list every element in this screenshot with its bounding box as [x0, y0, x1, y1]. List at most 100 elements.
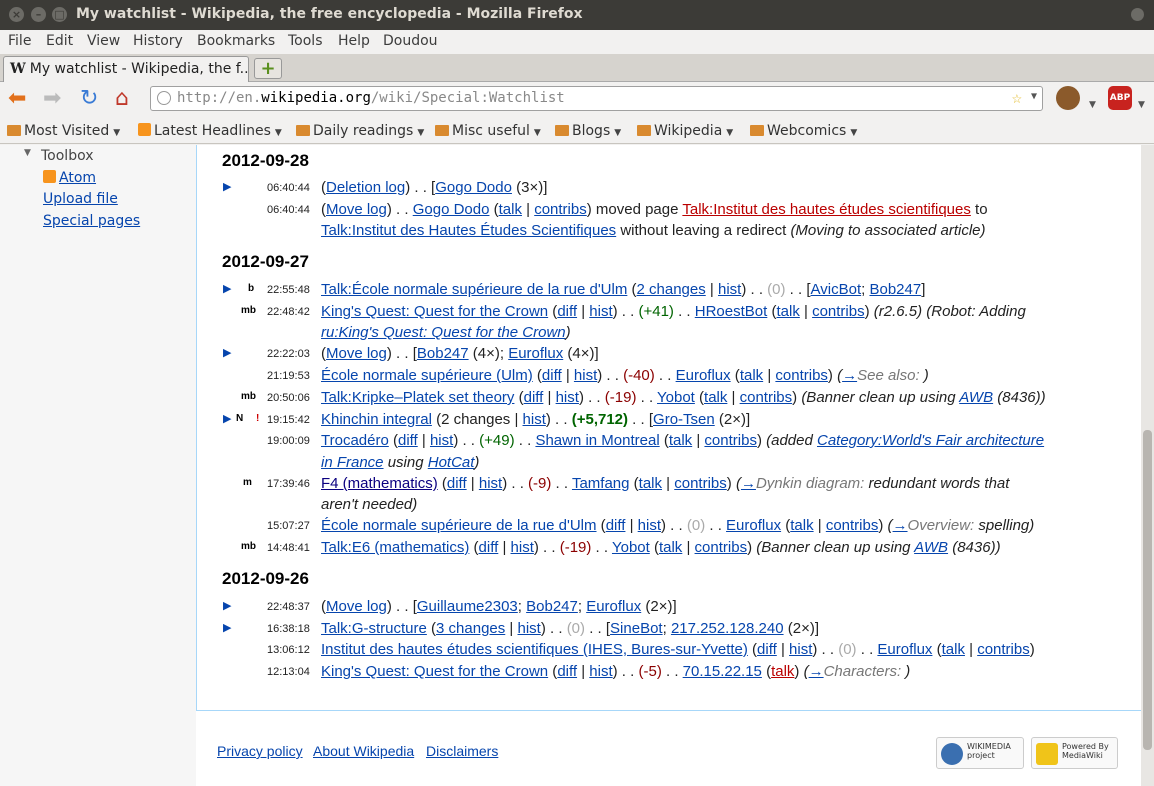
changes-link[interactable]: 3 changes — [436, 620, 505, 637]
home-icon[interactable]: ⌂ — [115, 87, 129, 111]
log-link[interactable]: Deletion log — [326, 179, 405, 196]
hotcat-link[interactable]: HotCat — [428, 454, 475, 471]
diff-link[interactable]: diff — [524, 389, 544, 406]
contribs-link[interactable]: contribs — [674, 475, 727, 492]
user-link[interactable]: Bob247 — [417, 345, 469, 362]
minimize-window-icon[interactable]: – — [31, 7, 46, 22]
url-bar[interactable]: http://en.wikipedia.org/wiki/Special:Wat… — [150, 86, 1043, 111]
talk-link[interactable]: talk — [776, 303, 799, 320]
close-window-icon[interactable]: × — [9, 7, 24, 22]
bookmark-wikipedia[interactable]: Wikipedia ▼ — [637, 123, 733, 139]
user-link[interactable]: Shawn in Montreal — [535, 432, 659, 449]
page-link[interactable]: Talk:G-structure — [321, 620, 427, 637]
diff-link[interactable]: diff — [542, 367, 562, 384]
wikimedia-badge[interactable]: WIKIMEDIA project — [936, 737, 1024, 769]
adblock-plus-icon[interactable]: ABP — [1108, 86, 1132, 110]
menu-view[interactable]: View — [87, 33, 120, 49]
bookmark-misc-useful[interactable]: Misc useful ▼ — [435, 123, 541, 139]
greasemonkey-icon[interactable] — [1056, 86, 1080, 110]
user-link[interactable]: Gro-Tsen — [653, 411, 715, 428]
contribs-link[interactable]: contribs — [695, 539, 748, 556]
hist-link[interactable]: hist — [638, 517, 661, 534]
privacy-policy-link[interactable]: Privacy policy — [217, 743, 303, 759]
category-link[interactable]: in France — [321, 454, 384, 471]
user-link[interactable]: Guillaume2303 — [417, 598, 518, 615]
contribs-link[interactable]: contribs — [826, 517, 879, 534]
page-link[interactable]: Talk:E6 (mathematics) — [321, 539, 469, 556]
page-link[interactable]: Talk:Kripke–Platek set theory — [321, 389, 514, 406]
hist-link[interactable]: hist — [589, 303, 612, 320]
diff-link[interactable]: diff — [398, 432, 418, 449]
page-link[interactable]: F4 (mathematics) — [321, 475, 438, 492]
contribs-link[interactable]: contribs — [977, 641, 1030, 658]
expand-arrow-icon[interactable]: ▶ — [223, 599, 231, 612]
expand-arrow-icon[interactable]: ▶ — [223, 346, 231, 359]
hist-link[interactable]: hist — [511, 539, 534, 556]
user-link[interactable]: Euroflux — [508, 345, 563, 362]
awb-link[interactable]: AWB — [914, 539, 948, 556]
page-link[interactable]: École normale supérieure de la rue d'Ulm — [321, 517, 597, 534]
user-link[interactable]: Bob247 — [526, 598, 578, 615]
user-link[interactable]: Euroflux — [676, 367, 731, 384]
awb-link[interactable]: AWB — [959, 389, 993, 406]
reload-icon[interactable]: ↻ — [80, 87, 98, 111]
user-link[interactable]: Gogo Dodo — [435, 179, 512, 196]
page-scrollbar[interactable] — [1141, 145, 1154, 786]
hist-link[interactable]: hist — [718, 281, 741, 298]
bookmark-latest-headlines[interactable]: Latest Headlines ▼ — [138, 123, 282, 139]
bookmark-blogs[interactable]: Blogs ▼ — [555, 123, 621, 139]
user-link[interactable]: Yobot — [612, 539, 650, 556]
talk-link[interactable]: talk — [639, 475, 662, 492]
page-link[interactable]: King's Quest: Quest for the Crown — [321, 663, 548, 680]
scrollbar-thumb[interactable] — [1143, 430, 1152, 750]
talk-link[interactable]: talk — [659, 539, 682, 556]
menu-history[interactable]: History — [133, 33, 183, 49]
menu-file[interactable]: File — [8, 33, 31, 49]
user-link[interactable]: 70.15.22.15 — [683, 663, 762, 680]
disclaimers-link[interactable]: Disclaimers — [426, 743, 498, 759]
diff-link[interactable]: diff — [447, 475, 467, 492]
page-link[interactable]: Talk:École normale supérieure de la rue … — [321, 281, 627, 298]
mediawiki-badge[interactable]: Powered By MediaWiki — [1031, 737, 1118, 769]
user-link[interactable]: SineBot — [610, 620, 663, 637]
talk-link[interactable]: talk — [669, 432, 692, 449]
section-link[interactable]: → — [842, 367, 857, 384]
menu-doudou[interactable]: Doudou — [383, 33, 438, 49]
diff-link[interactable]: diff — [479, 539, 499, 556]
log-link[interactable]: Move log — [326, 345, 387, 362]
expand-arrow-icon[interactable]: ▶ — [223, 180, 231, 193]
toolbox-heading[interactable]: Toolbox — [41, 148, 94, 164]
atom-label[interactable]: Atom — [59, 170, 96, 186]
page-link[interactable]: Trocadéro — [321, 432, 389, 449]
talk-link[interactable]: talk — [771, 663, 794, 680]
user-link[interactable]: HRoestBot — [695, 303, 768, 320]
user-link[interactable]: Euroflux — [877, 641, 932, 658]
window-menu-icon[interactable] — [1131, 8, 1144, 21]
new-tab-button[interactable]: + — [254, 58, 282, 79]
menu-help[interactable]: Help — [338, 33, 370, 49]
bookmark-daily-readings[interactable]: Daily readings ▼ — [296, 123, 424, 139]
user-link[interactable]: Tamfang — [572, 475, 630, 492]
page-link[interactable]: École normale supérieure (Ulm) — [321, 367, 533, 384]
log-link[interactable]: Move log — [326, 201, 387, 218]
contribs-link[interactable]: contribs — [534, 201, 587, 218]
hist-link[interactable]: hist — [518, 620, 541, 637]
page-link[interactable]: Talk:Institut des Hautes Études Scientif… — [321, 222, 616, 239]
diff-link[interactable]: diff — [557, 663, 577, 680]
log-link[interactable]: Move log — [326, 598, 387, 615]
section-link[interactable]: → — [809, 663, 824, 680]
contribs-link[interactable]: contribs — [704, 432, 757, 449]
page-link[interactable]: Talk:Institut des hautes études scientif… — [682, 201, 971, 218]
talk-link[interactable]: talk — [740, 367, 763, 384]
diff-link[interactable]: diff — [757, 641, 777, 658]
section-link[interactable]: → — [893, 517, 908, 534]
greasemonkey-dropdown-icon[interactable]: ▼ — [1089, 93, 1096, 117]
expand-arrow-icon[interactable]: ▶ — [223, 282, 231, 295]
tab-watchlist[interactable]: W My watchlist - Wikipedia, the f... — [3, 56, 249, 82]
special-pages-link[interactable]: Special pages — [43, 213, 140, 229]
hist-link[interactable]: hist — [479, 475, 502, 492]
url-dropdown-icon[interactable]: ▼ — [1031, 91, 1037, 102]
atom-link[interactable]: Atom — [43, 170, 96, 186]
talk-link[interactable]: talk — [790, 517, 813, 534]
maximize-window-icon[interactable]: □ — [52, 7, 67, 22]
